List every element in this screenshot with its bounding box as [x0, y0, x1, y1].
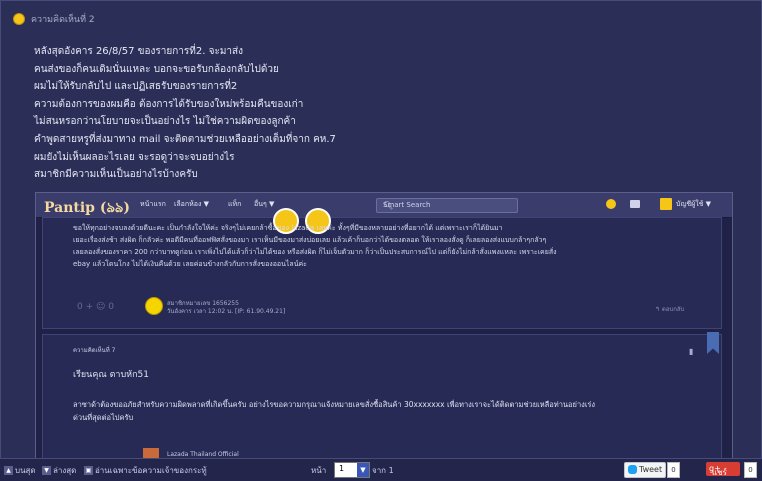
comment-header: ความคิดเห็นที่ 2 [13, 11, 95, 27]
page-select[interactable]: 1 ▼ [334, 462, 370, 478]
scroll-top-button[interactable]: ▲ บนสุด [4, 464, 36, 477]
comment-card-7: ความคิดเห็นที่ 7 ▮ เรียนคุณ ตาบหัก51 ลาซ… [42, 332, 722, 460]
embedded-screenshot: Pantip (ঌঌ) หน้าแรก เลือกห้อง ▼ แท็ก อื่… [35, 192, 733, 461]
vote-plus-icon: + [85, 302, 94, 312]
arrow-down-icon: ▼ [42, 466, 51, 475]
page-label: หน้า [311, 466, 327, 475]
smart-search: Smart Search 🔍︎ [376, 198, 518, 213]
avatar-icon [13, 13, 25, 25]
arrow-up-icon: ▲ [4, 466, 13, 475]
mail-icon [630, 200, 640, 208]
bottom-toolbar: ▲ บนสุด ▼ ล่างสุด ▣ อ่านเฉพาะข้อความเจ้าของ… [0, 458, 762, 481]
tweet-label: Tweet [639, 465, 663, 474]
comment-line: ขอให้ทุกอย่างจบลงด้วยดีนะคะ เป็นกำลังใจใ… [73, 224, 503, 232]
account-menu: บัญชีผู้ใช้ ▼ [676, 200, 712, 208]
owner-label: อ่านเฉพาะข้อความเจ้าของกระทู้ [95, 466, 207, 475]
comment-body: หลังสุดอังคาร 26/8/57 ของรายการที่2. จะม… [34, 43, 594, 184]
nav-choose-room: เลือกห้อง ▼ [174, 200, 209, 208]
greeting: เรียนคุณ ตาบหัก51 [73, 370, 150, 380]
comment-line: สมาชิกมีความเห็นเป็นอย่างไรบ้างครับ [34, 169, 198, 181]
comment-line: หลังสุดอังคาร 26/8/57 ของรายการที่2. จะม… [34, 46, 244, 57]
top-label: บนสุด [15, 466, 36, 475]
pantip-navbar: Pantip (ঌঌ) หน้าแรก เลือกห้อง ▼ แท็ก อื่… [36, 193, 732, 218]
comment-line: เลยลองสั่งของราคา 200 กว่าบาทดูก่อน เราเ… [73, 248, 557, 256]
user-avatar-icon [660, 198, 672, 210]
chevron-down-icon: ▼ [357, 463, 369, 477]
nav-more: อื่นๆ ▼ [254, 200, 275, 208]
owner-filter-icon: ▣ [84, 466, 93, 475]
twitter-icon [628, 465, 637, 474]
comment-line: คำพูดสายหรูที่ส่งมาทาง mail จะติดตามช่วย… [34, 133, 336, 145]
nav-tags: แท็ก [228, 200, 242, 208]
comment-line: ความต้องการของผมคือ ต้องการได้รับของใหม่… [34, 98, 304, 110]
nav-home: หน้าแรก [140, 200, 166, 208]
comment-line: ลาซาด้าต้องขออภัยสำหรับความผิดพลาดที่เกิ… [73, 400, 596, 409]
comment-card: ความคิดเห็นที่ 2 หลังสุดอังคาร 26/8/57 ข… [0, 0, 762, 461]
reply-link: ↰ ตอบกลับ [655, 306, 685, 313]
tweet-count: 0 [667, 462, 680, 478]
tweet-button[interactable]: Tweet [624, 462, 666, 478]
comment-line: ebay แล้วโดนโกง ไม่ได้เงินคืนด้วย เลยค่อ… [73, 260, 307, 268]
owner-only-button[interactable]: ▣ อ่านเฉพาะข้อความเจ้าของกระทู้ [84, 464, 207, 477]
comment-card-1: ขอให้ทุกอย่างจบลงด้วยดีนะคะ เป็นกำลังใจใ… [42, 208, 722, 329]
page-total: จาก 1 [372, 466, 394, 475]
lazada-signature: Lazada Thailand Official [167, 451, 239, 458]
comment-line: ไม่สนหรอกว่านโยบายจะเป็นอย่างไร ไม่ใช่คว… [34, 116, 296, 128]
comment-line: ผมยังไม่เห็นผลอะไรเลย จะรอดูว่าจะจบอย่าง… [34, 151, 235, 163]
comment-line: ผมไม่ให้รับกลับไป และปฏิเสธรับของรายการท… [34, 81, 238, 93]
scroll-bottom-button[interactable]: ▼ ล่างสุด [42, 464, 76, 477]
notification-icon [606, 199, 616, 209]
comment-title: ความคิดเห็นที่ 7 [73, 347, 116, 354]
vote-widget: 0 + ☺ 0 [77, 302, 114, 312]
gplus-label: g+ แชร์ [709, 464, 727, 477]
gplus-count: 0 [744, 462, 757, 478]
trash-icon: ▮ [689, 347, 694, 356]
vote-count: 0 [108, 302, 114, 312]
bottom-label: ล่างสุด [53, 466, 77, 475]
member-avatar-icon [145, 297, 163, 315]
comment-line: ด่วนที่สุดต่อไปครับ [73, 413, 134, 422]
comment-number: ความคิดเห็นที่ 2 [31, 15, 95, 25]
comment-line: คนส่งของก็คนเดิมนั่นแหละ บอกจะขอรับกล้อง… [34, 63, 279, 75]
page-value: 1 [339, 464, 345, 473]
bookmark-icon [707, 332, 719, 354]
gplus-share-label: แชร์ [712, 468, 727, 477]
post-time: วันอังคาร เวลา 12:02 น. [IP: 61.90.49.21… [167, 308, 286, 315]
search-icon: 🔍︎ [383, 201, 394, 210]
comment-line: เยอะเรื่องส่งช้า ส่งผิด ก็กลัวค่ะ พอดีมี… [73, 236, 547, 244]
gplus-share-button[interactable]: g+ แชร์ [706, 462, 740, 477]
